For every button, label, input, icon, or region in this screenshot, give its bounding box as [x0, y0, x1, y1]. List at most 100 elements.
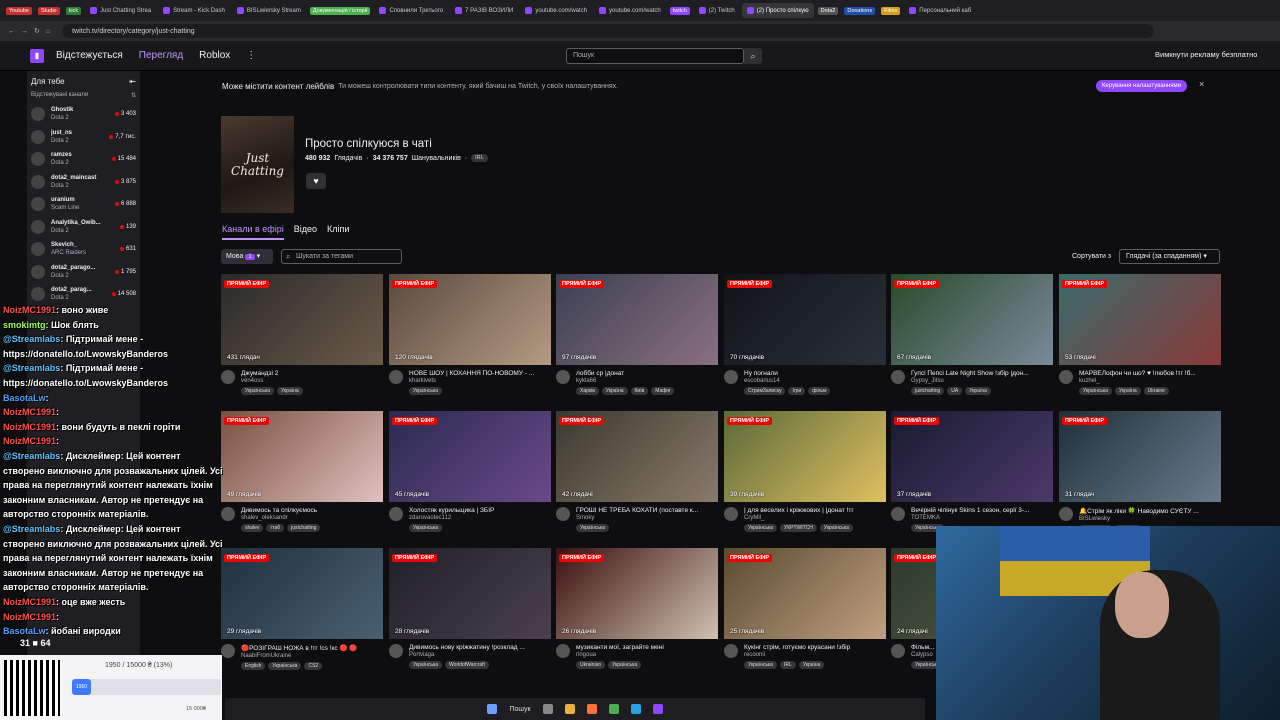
stream-title[interactable]: Дивимось нову кріжжатину !розклад ...	[409, 644, 551, 651]
stream-tag[interactable]: Мафія	[651, 387, 675, 395]
browser-tab[interactable]: youtube.com/watch	[594, 3, 666, 18]
stream-tag[interactable]: Україна	[601, 387, 628, 395]
stream-tag[interactable]: гтаб	[266, 524, 285, 532]
avatar[interactable]	[556, 507, 570, 521]
stream-card[interactable]: ПРЯМИЙ ЕФІР 25 глядачів Кукінг стрім, готу…	[724, 548, 886, 669]
browser-tab[interactable]: twitch	[668, 3, 692, 18]
channel-name[interactable]: kharkivets	[409, 378, 551, 384]
app-icon[interactable]	[652, 704, 663, 714]
browser-tab[interactable]: Документація / історії	[308, 3, 373, 18]
stream-thumbnail[interactable]: ПРЯМИЙ ЕФІР 431 глядач	[221, 274, 383, 365]
stream-thumbnail[interactable]: ПРЯМИЙ ЕФІР 53 глядачі	[1059, 274, 1221, 365]
stream-tag[interactable]: УКРTWITCH	[780, 524, 817, 532]
stream-title[interactable]: ГРОШІ НЕ ТРЕБА КОХАТИ (поставте к...	[576, 507, 718, 514]
folder-icon[interactable]	[564, 704, 575, 714]
stream-title[interactable]: Вечірній чілінук Skins 1 сезон, серії 3-…	[911, 507, 1053, 514]
stream-tag[interactable]: Українська	[744, 661, 778, 669]
channel-name[interactable]: Portviaga	[409, 652, 551, 658]
nav-following[interactable]: Відстежується	[56, 50, 123, 61]
stream-tag[interactable]: Українська	[819, 524, 853, 532]
avatar[interactable]	[556, 370, 570, 384]
browser-icon[interactable]	[586, 704, 597, 714]
sidebar-channel[interactable]: dota2_maincast Dota 2 3 875	[27, 171, 140, 194]
search-input[interactable]: Пошук	[566, 48, 744, 64]
browser-tab[interactable]: Stream - Kick Dash	[158, 3, 230, 18]
browser-tab[interactable]: Studio	[36, 3, 62, 18]
channel-name[interactable]: recoonii	[744, 652, 886, 658]
stream-thumbnail[interactable]: ПРЯМИЙ ЕФІР 45 глядачів	[389, 411, 551, 502]
stream-title[interactable]: 🔔Стрім як ліки 🍀 Наводимо СУЄТУ ...	[1079, 507, 1221, 515]
stream-title[interactable]: НОВЕ ШОУ | КОХАННЯ ПО-НОВОМУ - ...	[409, 370, 551, 377]
close-icon[interactable]: ×	[1199, 79, 1204, 89]
avatar[interactable]	[556, 644, 570, 658]
stream-title[interactable]: 🔴РОЗІГРАШ НОЖА в !тг !cs !кс 🔴 🔴	[241, 644, 383, 652]
stream-thumbnail[interactable]: ПРЯМИЙ ЕФІР 37 глядачів	[891, 411, 1053, 502]
stream-tag[interactable]: Україна	[1115, 387, 1141, 395]
stream-tag[interactable]: UA	[947, 387, 963, 395]
sidebar-channel[interactable]: Ghostik Dota 2 3 403	[27, 103, 140, 126]
stream-card[interactable]: ПРЯМИЙ ЕФІР 97 глядачів лобби ср |донат kyk…	[556, 274, 718, 395]
browser-tab[interactable]: Just Chatting Strea	[85, 3, 156, 18]
language-filter[interactable]: Мова 1 ▾	[221, 249, 273, 264]
stream-thumbnail[interactable]: ПРЯМИЙ ЕФІР 120 глядачів	[389, 274, 551, 365]
stream-tag[interactable]: justchatting	[911, 387, 945, 395]
stream-title[interactable]: Холостяк курильщика | ЗБІР	[409, 507, 551, 514]
sidebar-channel[interactable]: Skevich_ ARC Raiders 631	[27, 238, 140, 261]
stream-thumbnail[interactable]: ПРЯМИЙ ЕФІР 39 глядачів	[724, 411, 886, 502]
avatar[interactable]	[1059, 370, 1073, 384]
stream-tag[interactable]: Українська	[409, 661, 443, 669]
channel-name[interactable]: BISLwiesky	[1079, 516, 1221, 522]
stream-tag[interactable]: Україна	[798, 661, 825, 669]
browser-tab[interactable]: 7 РАЗІВ ВОЗИЛИ	[450, 3, 518, 18]
browser-tab[interactable]: kick	[64, 3, 83, 18]
files-icon[interactable]	[542, 704, 553, 714]
stream-tag[interactable]: WorldofWarcraft	[445, 661, 489, 669]
search-icon[interactable]: ⌕	[744, 48, 762, 64]
sidebar-channel[interactable]: dota2_parago... Dota 2 1 795	[27, 261, 140, 284]
stream-tag[interactable]: CS2	[304, 662, 323, 670]
collapse-icon[interactable]: ⇤	[129, 77, 136, 86]
avatar[interactable]	[389, 644, 403, 658]
follow-heart-icon[interactable]: ♥	[306, 173, 326, 189]
stream-tag[interactable]: фільм	[808, 387, 831, 395]
avatar[interactable]	[891, 370, 905, 384]
stream-title[interactable]: Дивимось та спілкуємось	[241, 507, 383, 514]
channel-name[interactable]: ringoua	[576, 652, 718, 658]
stream-tag[interactable]: Українська	[409, 524, 443, 532]
tab-clips[interactable]: Кліпи	[327, 224, 349, 240]
browser-tab[interactable]: Dota2	[816, 3, 841, 18]
avatar[interactable]	[724, 507, 738, 521]
stream-tag[interactable]: Україна	[277, 387, 303, 395]
twitch-logo-icon[interactable]: ▮	[30, 48, 44, 63]
sidebar-channel[interactable]: uranium Scam Line 6 888	[27, 193, 140, 216]
channel-name[interactable]: TOTEMKA	[911, 515, 1053, 521]
stream-card[interactable]: ПРЯМИЙ ЕФІР 120 глядачів НОВЕ ШОУ | КОХАНН…	[389, 274, 551, 395]
stream-title[interactable]: МАРВЕЛофон чи шо? ♥ !любов !тг !б...	[1079, 370, 1221, 377]
channel-name[interactable]: zdarovaotec112	[409, 515, 551, 521]
stream-tag[interactable]: Ігри	[788, 387, 806, 395]
stream-card[interactable]: ПРЯМИЙ ЕФІР 29 глядачів 🔴РОЗІГРАШ НОЖА в !…	[221, 548, 383, 670]
browser-tab[interactable]: Сповнили Третього	[374, 3, 448, 18]
back-icon[interactable]: ←	[8, 28, 15, 35]
url-field[interactable]: twitch.tv/directory/category/just-chatti…	[62, 24, 1154, 38]
reload-icon[interactable]: ↻	[34, 27, 40, 35]
channel-name[interactable]: shalev_oleksandr	[241, 515, 383, 521]
stream-card[interactable]: ПРЯМИЙ ЕФІР 31 глядач 🔔Стрім як ліки 🍀 Нав…	[1059, 411, 1221, 533]
browser-tab[interactable]: BISLwiersky Stream	[232, 3, 306, 18]
stream-tag[interactable]: English	[241, 662, 266, 670]
avatar[interactable]	[891, 644, 905, 658]
browser-tab[interactable]: Персональний каб	[904, 3, 976, 18]
stream-card[interactable]: ПРЯМИЙ ЕФІР 431 глядач Джумандзі 2 ven4oss У…	[221, 274, 383, 395]
nav-browse[interactable]: Перегляд	[139, 50, 183, 61]
tab-videos[interactable]: Відео	[294, 224, 317, 240]
stream-title[interactable]: Кукінг стрім, готуємо круасани !збір	[744, 644, 886, 651]
stream-title[interactable]: Джумандзі 2	[241, 370, 383, 377]
stream-card[interactable]: ПРЯМИЙ ЕФІР 28 глядачів Дивимось нову кріж…	[389, 548, 551, 669]
stream-tag[interactable]: Ukraine	[1143, 387, 1169, 395]
stream-thumbnail[interactable]: ПРЯМИЙ ЕФІР 26 глядачів	[556, 548, 718, 639]
stream-thumbnail[interactable]: ПРЯМИЙ ЕФІР 97 глядачів	[556, 274, 718, 365]
telegram-icon[interactable]	[630, 704, 641, 714]
channel-name[interactable]: escobarlus14	[744, 378, 886, 384]
stream-card[interactable]: ПРЯМИЙ ЕФІР 49 глядачів Дивимось та спілку…	[221, 411, 383, 532]
stream-title[interactable]: лобби ср |донат	[576, 370, 718, 377]
